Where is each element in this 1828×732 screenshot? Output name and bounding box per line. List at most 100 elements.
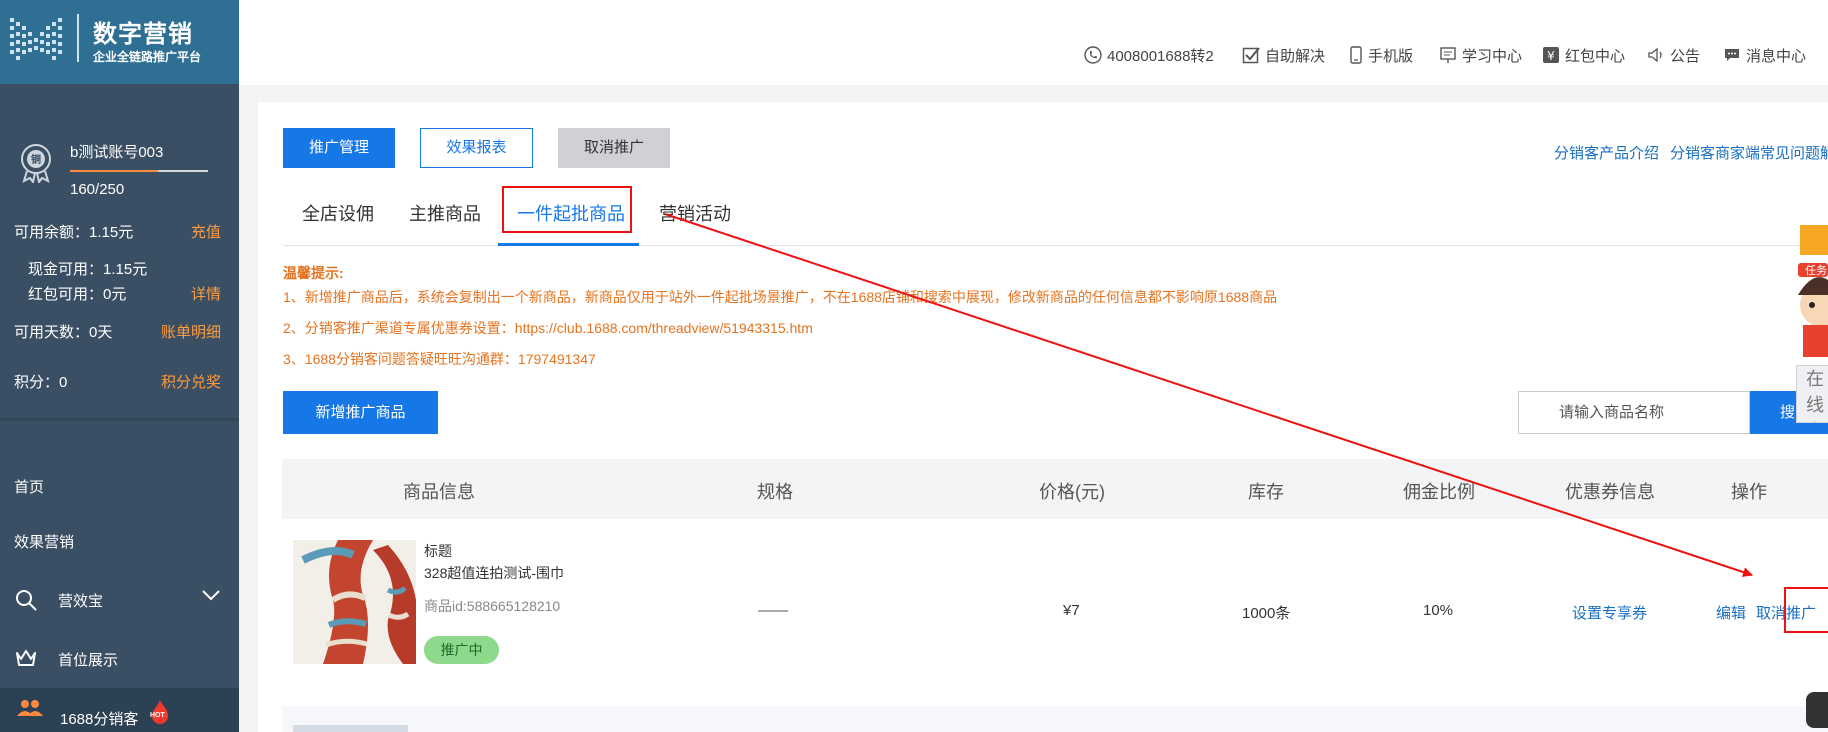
nav-item-yingxiaobao[interactable]: 营效宝 (14, 590, 103, 611)
cash-balance: 现金可用：1.15元 (28, 261, 148, 278)
brand-subtitle: 企业全链路推广平台 (93, 50, 202, 64)
redpacket-balance-row: 红包可用：0元 详情 (28, 283, 221, 304)
checkbox-icon (1242, 47, 1260, 64)
column-header-actions: 操作 (1731, 482, 1767, 502)
column-header-product-info: 商品信息 (403, 482, 475, 502)
brand-logo-area[interactable]: 数字营销 企业全链路推广平台 (0, 0, 239, 84)
points: 积分：0 (14, 374, 68, 391)
yen-icon: ¥ (1543, 47, 1559, 63)
redpacket-balance: 红包可用：0元 (28, 286, 127, 303)
tab-featured-products[interactable]: 主推商品 (409, 200, 481, 226)
available-days: 可用天数：0天 (14, 324, 113, 341)
product-intro-link[interactable]: 分销客产品介绍 (1554, 142, 1659, 163)
bill-detail-link[interactable]: 账单明细 (161, 321, 221, 342)
column-header-commission: 佣金比例 (1403, 482, 1475, 502)
users-icon (17, 700, 43, 716)
balance-detail-link[interactable]: 详情 (191, 283, 221, 304)
column-header-coupon: 优惠券信息 (1565, 482, 1655, 502)
crown-icon (16, 650, 36, 666)
message-center-text: 消息中心 (1746, 48, 1807, 65)
mobile-version-text: 手机版 (1368, 48, 1414, 65)
edit-link[interactable]: 编辑 (1716, 602, 1746, 623)
message-center-item[interactable]: 消息中心 (1723, 45, 1806, 66)
available-balance-row: 可用余额：1.15元 充值 (14, 221, 221, 242)
svg-text:铜: 铜 (31, 153, 41, 166)
cell-commission: 10% (1423, 602, 1454, 619)
status-badge: 推广中 (424, 636, 499, 664)
speaker-icon (1648, 47, 1662, 63)
available-days-row: 可用天数：0天 账单明细 (14, 321, 221, 342)
tab-marketing-activities[interactable]: 营销活动 (659, 200, 731, 226)
account-level-bar (70, 170, 208, 172)
svg-text:¥: ¥ (1547, 49, 1555, 63)
notice-text: 公告 (1670, 48, 1701, 65)
effect-report-button[interactable]: 效果报表 (420, 128, 533, 168)
cell-spec: —— (758, 602, 788, 619)
task-mascot-widget[interactable]: 任务 (1778, 225, 1828, 365)
chat-bubble-icon (1725, 49, 1739, 61)
points-row: 积分：0 积分兑奖 (14, 371, 221, 392)
sidebar: 数字营销 企业全链路推广平台 铜 b测试账号003 160/250 可用余额：1… (0, 0, 239, 732)
logo-divider (77, 14, 79, 62)
nav-item-distributor[interactable]: 1688分销客 HOT (0, 688, 239, 732)
hotline-item[interactable]: 4008001688转2 (1084, 45, 1214, 66)
promo-manage-button[interactable]: 推广管理 (283, 128, 395, 168)
set-coupon-link[interactable]: 设置专享券 (1572, 602, 1647, 623)
column-header-spec: 规格 (757, 482, 793, 502)
tab-store-commission[interactable]: 全店设佣 (302, 200, 374, 226)
book-icon (1440, 47, 1456, 63)
mascot-banner-text: 任务 (1805, 264, 1827, 277)
nav-divider (0, 418, 239, 421)
mobile-icon (1350, 46, 1362, 64)
product-title-label: 标题 (424, 543, 452, 559)
phone-icon (1084, 46, 1102, 64)
tip-line-1: 1、新增推广商品后，系统会复制出一个新商品，新商品仅用于站外一件起批场景推广，不… (283, 289, 1278, 305)
nav-item-home[interactable]: 首页 (14, 476, 44, 497)
nav-item-top-display[interactable]: 首位展示 (14, 649, 118, 670)
nav-item-effect-marketing[interactable]: 效果营销 (14, 531, 74, 552)
product-id: 商品id:588665128210 (424, 598, 561, 614)
learning-center-item[interactable]: 学习中心 (1439, 45, 1522, 66)
cash-balance-row: 现金可用：1.15元 (28, 258, 221, 279)
chevron-down-icon[interactable] (200, 588, 222, 602)
learning-center-text: 学习中心 (1462, 48, 1523, 65)
next-row-thumbnail (293, 725, 408, 732)
cancel-promo-top-button[interactable]: 取消推广 (558, 128, 670, 168)
nav-item-distributor-label: 1688分销客 (60, 711, 139, 728)
search-icon (16, 590, 37, 611)
self-service-item[interactable]: 自助解决 (1242, 45, 1325, 66)
faq-link[interactable]: 分销客商家端常见问题解 (1670, 142, 1828, 163)
online-consult-button[interactable]: 在线咨询 (1796, 365, 1828, 423)
notice-item[interactable]: 公告 (1647, 45, 1700, 66)
tab-highlight-box (502, 186, 632, 233)
table-row (282, 706, 1828, 732)
redpacket-center-text: 红包中心 (1565, 48, 1626, 65)
brand-title: 数字营销 (93, 20, 193, 48)
redpacket-center-item[interactable]: ¥ 红包中心 (1542, 45, 1625, 66)
column-header-price: 价格(元) (1039, 482, 1105, 502)
points-redeem-link[interactable]: 积分兑奖 (161, 371, 221, 392)
available-balance: 可用余额：1.15元 (14, 224, 134, 241)
tip-line-2: 2、分销客推广渠道专属优惠券设置：https://club.1688.com/t… (283, 320, 813, 336)
recharge-link[interactable]: 充值 (191, 221, 221, 242)
corner-chat-widget[interactable] (1806, 692, 1828, 728)
self-service-text: 自助解决 (1265, 48, 1326, 65)
copper-medal-icon: 铜 (21, 144, 51, 183)
nav-item-yingxiaobao-label: 营效宝 (58, 593, 104, 610)
top-header (239, 0, 1828, 85)
product-search-input[interactable]: 请输入商品名称 (1518, 391, 1750, 434)
account-name: b测试账号003 (70, 144, 164, 161)
mascot-icon: 任务 (1798, 225, 1828, 357)
brand-logo-icon (10, 18, 62, 60)
product-thumbnail[interactable] (293, 540, 416, 664)
hotline-text: 4008001688转2 (1107, 48, 1214, 65)
hot-badge-text: HOT (150, 712, 165, 719)
cell-price: ¥7 (1063, 602, 1080, 619)
mobile-version-item[interactable]: 手机版 (1349, 45, 1413, 66)
tips-title: 温馨提示: (283, 265, 344, 281)
active-tab-underline (498, 243, 639, 246)
account-level-progress: 160/250 (70, 181, 125, 198)
add-promo-product-button[interactable]: 新增推广商品 (283, 391, 438, 434)
nav-item-top-display-label: 首位展示 (58, 652, 119, 669)
product-title[interactable]: 328超值连拍测试-围巾 (424, 563, 564, 583)
